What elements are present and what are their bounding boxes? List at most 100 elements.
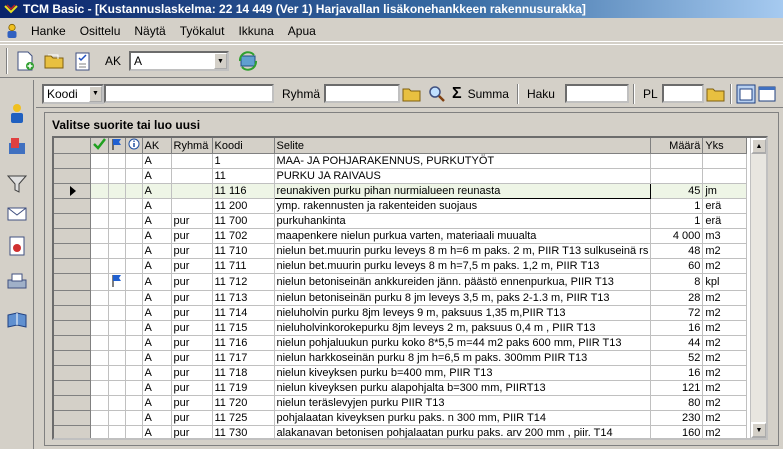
cell-ryhma[interactable]: pur <box>171 350 213 366</box>
cell-ak[interactable]: A <box>142 305 172 321</box>
cell-ak[interactable]: A <box>142 320 172 336</box>
cell-selite[interactable]: maapenkere nielun purkua varten, materia… <box>274 228 652 244</box>
menu-osittelu[interactable]: Osittelu <box>73 22 128 40</box>
cell-yks[interactable]: m2 <box>702 425 748 438</box>
table-row[interactable]: Apur 11 700 purkuhankinta 1 erä <box>54 213 748 229</box>
cell-ak[interactable]: A <box>142 183 172 199</box>
cell-maara[interactable]: 60 <box>650 258 704 274</box>
cell-koodi[interactable]: 11 712 <box>212 273 275 291</box>
cell-ryhma[interactable]: pur <box>171 365 213 381</box>
cell-ryhma[interactable]: pur <box>171 228 213 244</box>
col-header-ryhma[interactable]: Ryhmä <box>171 138 213 154</box>
cell-ak[interactable]: A <box>142 380 172 396</box>
menu-tyokalut[interactable]: Työkalut <box>173 22 232 40</box>
cell-yks[interactable]: m2 <box>702 410 748 426</box>
table-row[interactable]: Apur 11 725 pohjalaatan kiveyksen purku pa… <box>54 410 748 426</box>
check-cell[interactable] <box>90 335 109 351</box>
cell-yks[interactable]: m2 <box>702 335 748 351</box>
cell-ryhma[interactable]: pur <box>171 258 213 274</box>
info-cell[interactable] <box>125 228 143 244</box>
cell-ryhma[interactable]: pur <box>171 320 213 336</box>
row-selector[interactable] <box>54 425 91 438</box>
col-header-selite[interactable]: Selite <box>274 138 652 154</box>
window-layout-icon[interactable] <box>736 84 756 104</box>
info-column-header[interactable] <box>125 138 143 154</box>
cell-selite[interactable]: nielun kiveyksen purku alapohjalta b=300… <box>274 380 652 396</box>
cell-ak[interactable]: A <box>142 425 172 438</box>
cell-selite[interactable]: purkuhankinta <box>274 213 652 229</box>
col-header-koodi[interactable]: Koodi <box>212 138 275 154</box>
cell-ryhma[interactable]: pur <box>171 290 213 306</box>
pl-field[interactable] <box>661 84 704 103</box>
cell-yks[interactable]: kpl <box>702 273 748 291</box>
cell-koodi[interactable]: 11 200 <box>212 198 275 214</box>
report-button[interactable] <box>5 234 29 258</box>
check-column-header[interactable] <box>90 138 109 154</box>
cell-yks[interactable] <box>702 153 748 169</box>
help-book-button[interactable] <box>5 308 29 332</box>
table-row[interactable]: Apur 11 713 nielun betoniseinän purku 8 jm… <box>54 290 748 306</box>
table-row[interactable]: Apur 11 711 nielun bet.muurin purku leveys… <box>54 258 748 274</box>
cell-ak[interactable]: A <box>142 365 172 381</box>
info-cell[interactable] <box>125 335 143 351</box>
cell-ak[interactable]: A <box>142 258 172 274</box>
cell-koodi[interactable]: 11 713 <box>212 290 275 306</box>
scroll-down-icon[interactable]: ▼ <box>751 422 766 438</box>
tile-windows-icon[interactable] <box>758 85 776 103</box>
document-stack-button[interactable] <box>5 134 29 158</box>
cell-koodi[interactable]: 11 710 <box>212 243 275 259</box>
flag-icon[interactable] <box>111 274 123 287</box>
cell-koodi[interactable]: 11 730 <box>212 425 275 438</box>
table-row[interactable]: Apur 11 714 nieluholvin purku 8jm leveys 9… <box>54 305 748 321</box>
info-cell[interactable] <box>125 213 143 229</box>
check-cell[interactable] <box>90 213 109 229</box>
cell-ak[interactable]: A <box>142 290 172 306</box>
check-cell[interactable] <box>90 350 109 366</box>
cell-ak[interactable]: A <box>142 213 172 229</box>
table-row[interactable]: Apur 11 720 nielun teräslevyjen purku PIIR… <box>54 395 748 411</box>
cell-selite[interactable]: alakanavan betonisen pohjalaatan purku p… <box>274 425 652 438</box>
cell-koodi[interactable]: 11 <box>212 168 275 184</box>
cell-yks[interactable]: m2 <box>702 395 748 411</box>
row-selector[interactable] <box>54 380 91 396</box>
cell-ak[interactable]: A <box>142 243 172 259</box>
info-cell[interactable] <box>125 273 143 291</box>
cell-maara[interactable]: 1 <box>650 198 704 214</box>
table-row[interactable]: Apur 11 717 nielun harkkoseinän purku 8 jm… <box>54 350 748 366</box>
cell-yks[interactable]: m2 <box>702 305 748 321</box>
menu-nayta[interactable]: Näytä <box>127 22 172 40</box>
check-cell[interactable] <box>90 410 109 426</box>
cell-yks[interactable]: erä <box>702 213 748 229</box>
check-cell[interactable] <box>90 243 109 259</box>
cell-selite[interactable]: nielun betoniseinän purku 8 jm leveys 3,… <box>274 290 652 306</box>
cell-maara[interactable] <box>650 168 704 184</box>
ak-select[interactable]: A ▼ <box>129 51 230 71</box>
cell-ak[interactable]: A <box>142 410 172 426</box>
row-selector[interactable] <box>54 228 91 244</box>
flag-cell[interactable] <box>108 305 126 321</box>
info-cell[interactable] <box>125 320 143 336</box>
chevron-down-icon[interactable]: ▼ <box>89 85 102 102</box>
cell-yks[interactable]: m2 <box>702 380 748 396</box>
cell-koodi[interactable]: 11 719 <box>212 380 275 396</box>
cell-ryhma[interactable]: pur <box>171 243 213 259</box>
info-cell[interactable] <box>125 153 143 169</box>
cell-koodi[interactable]: 1 <box>212 153 275 169</box>
user-icon[interactable] <box>4 23 20 39</box>
cell-selite[interactable]: PURKU JA RAIVAUS <box>274 168 652 184</box>
cell-koodi[interactable]: 11 715 <box>212 320 275 336</box>
check-cell[interactable] <box>90 153 109 169</box>
cell-ryhma[interactable] <box>171 198 213 214</box>
cell-ryhma[interactable]: pur <box>171 305 213 321</box>
flag-cell[interactable] <box>108 228 126 244</box>
flag-cell[interactable] <box>108 258 126 274</box>
table-row[interactable]: Apur 11 702 maapenkere nielun purkua varte… <box>54 228 748 244</box>
cell-yks[interactable]: m2 <box>702 320 748 336</box>
cell-ak[interactable]: A <box>142 168 172 184</box>
cell-koodi[interactable]: 11 700 <box>212 213 275 229</box>
table-row[interactable]: A 11 116 reunakiven purku pihan nurmialuee… <box>54 183 748 199</box>
info-cell[interactable] <box>125 395 143 411</box>
flag-cell[interactable] <box>108 183 126 199</box>
cell-maara[interactable]: 121 <box>650 380 704 396</box>
refresh-button[interactable] <box>235 48 261 74</box>
